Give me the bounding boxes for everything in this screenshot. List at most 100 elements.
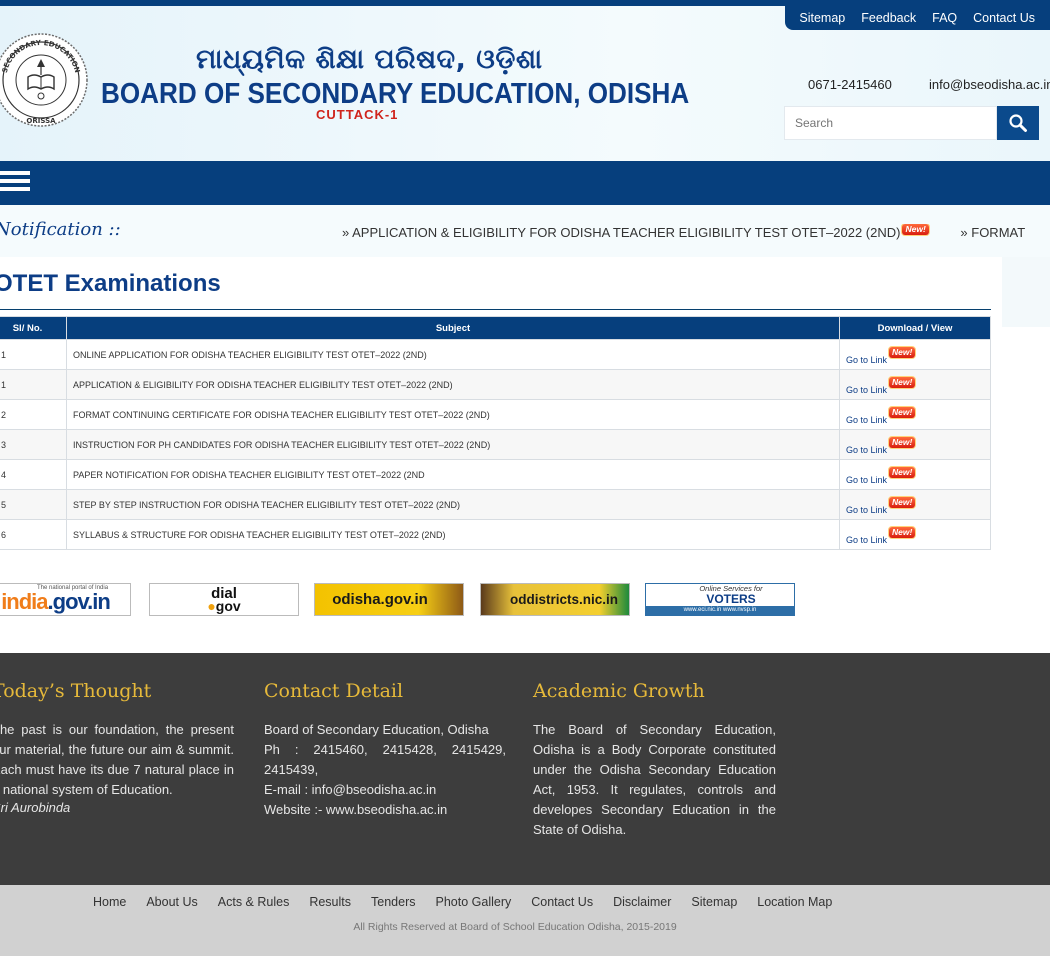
bottom-link-contact-us[interactable]: Contact Us (531, 895, 593, 909)
bottom-link-acts-rules[interactable]: Acts & Rules (218, 895, 290, 909)
contact-website[interactable]: Website :- www.bseodisha.ac.in (264, 800, 506, 820)
col-header-subject: Subject (66, 316, 840, 340)
bottom-link-location-map[interactable]: Location Map (757, 895, 832, 909)
board-emblem-logo[interactable]: SECONDARY EDUCATION ORISSA (0, 25, 90, 135)
go-to-link[interactable]: Go to Link (846, 445, 887, 455)
main-navbar (0, 161, 1050, 205)
contact-heading: Contact Detail (264, 680, 404, 702)
voters-url: www.eci.nic.in www.nvsp.in (646, 606, 794, 615)
table-row: 3 INSTRUCTION FOR PH CANDIDATES FOR ODIS… (0, 429, 991, 460)
go-to-link[interactable]: Go to Link (846, 535, 887, 545)
banner-oddistricts[interactable]: oddistricts.nic.in (480, 583, 630, 616)
new-badge: New! (889, 497, 916, 508)
voters-main: VOTERS (706, 592, 756, 606)
row-download-cell: Go to LinkNew! (839, 489, 991, 520)
top-link-feedback[interactable]: Feedback (861, 11, 916, 25)
banner-india-gov[interactable]: The national portal of India india.gov.i… (0, 583, 131, 616)
table-row: 2 FORMAT CONTINUING CERTIFICATE FOR ODIS… (0, 399, 991, 430)
bottom-link-home[interactable]: Home (93, 895, 126, 909)
row-sl: 5 (0, 489, 67, 520)
table-row: 4 PAPER NOTIFICATION FOR ODISHA TEACHER … (0, 459, 991, 490)
ticker-item[interactable]: » FORMAT CONTINUING CERTIFICATE FOR ODIS… (960, 225, 1026, 240)
bottom-link-tenders[interactable]: Tenders (371, 895, 415, 909)
row-download-cell: Go to LinkNew! (839, 459, 991, 490)
india-prefix: india (1, 589, 48, 614)
row-subject: FORMAT CONTINUING CERTIFICATE FOR ODISHA… (66, 399, 840, 430)
row-subject: APPLICATION & ELIGIBILITY FOR ODISHA TEA… (66, 369, 840, 400)
dial-bottom: gov (215, 597, 241, 614)
emblem-bottom-text: ORISSA (26, 117, 56, 125)
banner-odisha-gov[interactable]: odisha.gov.in (314, 583, 464, 616)
top-link-sitemap[interactable]: Sitemap (799, 11, 845, 25)
banner-voters[interactable]: Online Services for VOTERS www.eci.nic.i… (645, 583, 795, 616)
row-sl: 6 (0, 519, 67, 550)
new-badge: New! (902, 224, 929, 235)
footer-thought: Today’s Thought The past is our foundati… (0, 680, 234, 815)
search-input[interactable] (784, 106, 997, 140)
partner-banners: The national portal of India india.gov.i… (0, 583, 1050, 619)
bottom-link-about-us[interactable]: About Us (146, 895, 197, 909)
go-to-link[interactable]: Go to Link (846, 475, 887, 485)
ticker-item[interactable]: » APPLICATION & ELIGIBILITY FOR ODISHA T… (342, 225, 900, 240)
search-button[interactable] (997, 106, 1039, 140)
page-title: OTET Examinations (0, 270, 221, 297)
top-link-faq[interactable]: FAQ (932, 11, 957, 25)
go-to-link[interactable]: Go to Link (846, 385, 887, 395)
row-subject: INSTRUCTION FOR PH CANDIDATES FOR ODISHA… (66, 429, 840, 460)
copyright-text: All Rights Reserved at Board of School E… (353, 921, 677, 933)
table-row: 1 ONLINE APPLICATION FOR ODISHA TEACHER … (0, 339, 991, 370)
col-header-sl: Sl/ No. (0, 316, 67, 340)
row-subject: PAPER NOTIFICATION FOR ODISHA TEACHER EL… (66, 459, 840, 490)
top-link-contact-us[interactable]: Contact Us (973, 11, 1035, 25)
table-row: 6 SYLLABUS & STRUCTURE FOR ODISHA TEACHE… (0, 519, 991, 550)
new-badge: New! (889, 437, 916, 448)
bottom-nav: Home About Us Acts & Rules Results Tende… (83, 895, 842, 909)
menu-hamburger-icon[interactable] (0, 171, 30, 195)
india-tagline: The national portal of India (37, 585, 109, 591)
top-links-bar: Sitemap Feedback FAQ Contact Us (785, 6, 1050, 30)
footer-contact: Contact Detail Board of Secondary Educat… (264, 680, 506, 820)
footer-academic: Academic Growth The Board of Secondary E… (533, 680, 776, 840)
row-sl: 3 (0, 429, 67, 460)
contact-line: Board of Secondary Education, Odisha (264, 722, 489, 737)
contact-email[interactable]: E-mail : info@bseodisha.ac.in (264, 780, 506, 800)
india-suffix: .gov.in (47, 589, 111, 614)
board-name-odia: ମାଧ୍ୟମିକ ଶିକ୍ଷା ପରିଷଦ, ଓଡ଼ିଶା (196, 44, 543, 75)
row-sl: 4 (0, 459, 67, 490)
thought-author: Sri Aurobinda (0, 800, 71, 815)
new-badge: New! (889, 527, 916, 538)
header-email[interactable]: info@bseodisha.ac.in (929, 77, 1050, 92)
banner-dial-gov[interactable]: dial ●gov (149, 583, 299, 616)
bottom-link-disclaimer[interactable]: Disclaimer (613, 895, 671, 909)
academic-heading: Academic Growth (533, 680, 705, 702)
header-phone: 0671-2415460 (808, 77, 892, 92)
new-badge: New! (889, 467, 916, 478)
notification-label: Notification :: (0, 219, 121, 240)
bottom-link-sitemap[interactable]: Sitemap (691, 895, 737, 909)
row-subject: STEP BY STEP INSTRUCTION FOR ODISHA TEAC… (66, 489, 840, 520)
search-icon (1009, 114, 1027, 132)
table-row: 1 APPLICATION & ELIGIBILITY FOR ODISHA T… (0, 369, 991, 400)
thought-body: The past is our foundation, the present … (0, 722, 234, 797)
new-badge: New! (889, 377, 916, 388)
academic-body: The Board of Secondary Education, Odisha… (533, 722, 776, 837)
table-row: 5 STEP BY STEP INSTRUCTION FOR ODISHA TE… (0, 489, 991, 520)
new-badge: New! (889, 347, 916, 358)
row-download-cell: Go to LinkNew! (839, 519, 991, 550)
row-download-cell: Go to LinkNew! (839, 429, 991, 460)
title-divider (0, 309, 991, 310)
board-location: CUTTACK-1 (316, 107, 399, 122)
bottom-link-photo-gallery[interactable]: Photo Gallery (436, 895, 512, 909)
go-to-link[interactable]: Go to Link (846, 505, 887, 515)
bottom-link-results[interactable]: Results (309, 895, 351, 909)
notification-bar: Notification :: » APPLICATION & ELIGIBIL… (0, 205, 1050, 257)
go-to-link[interactable]: Go to Link (846, 355, 887, 365)
row-download-cell: Go to LinkNew! (839, 369, 991, 400)
notification-ticker: » APPLICATION & ELIGIBILITY FOR ODISHA T… (342, 224, 1026, 240)
row-subject: ONLINE APPLICATION FOR ODISHA TEACHER EL… (66, 339, 840, 370)
side-shade (1002, 257, 1050, 327)
row-sl: 1 (0, 339, 67, 370)
row-sl: 1 (0, 369, 67, 400)
thought-heading: Today’s Thought (0, 680, 152, 702)
go-to-link[interactable]: Go to Link (846, 415, 887, 425)
